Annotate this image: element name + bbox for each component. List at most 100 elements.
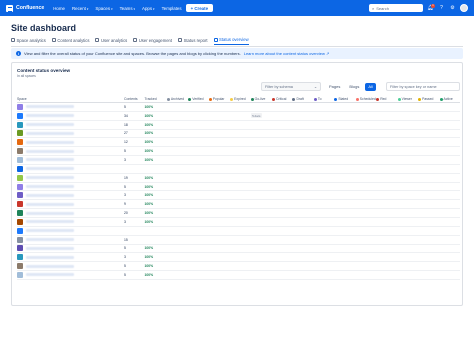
confluence-logo[interactable]: Confluence <box>6 4 45 12</box>
space-cell[interactable] <box>17 139 124 146</box>
space-name-redacted[interactable] <box>26 255 74 259</box>
segment-pages[interactable]: Pages <box>326 83 343 91</box>
space-name-redacted[interactable] <box>26 246 74 250</box>
space-name-redacted[interactable] <box>26 123 74 127</box>
table-row: 3 100% <box>17 218 460 227</box>
avatar[interactable] <box>460 4 468 12</box>
space-name-redacted[interactable] <box>26 229 74 233</box>
col-header-status[interactable]: Draft <box>292 97 313 101</box>
nav-item-templates[interactable]: Templates <box>162 6 182 11</box>
space-name-redacted[interactable] <box>26 176 74 180</box>
space-filter-input[interactable]: Filter by space key or name <box>386 82 460 91</box>
space-name-redacted[interactable] <box>26 202 74 206</box>
col-header-status[interactable]: Popular <box>208 97 230 101</box>
status-dot-icon <box>439 97 443 101</box>
tab-status-report[interactable]: Status report <box>178 37 208 45</box>
space-name-redacted[interactable] <box>26 264 74 268</box>
segment-blogs[interactable]: Blogs <box>346 83 362 91</box>
search-input[interactable]: ⌕ Search <box>369 4 423 12</box>
space-cell[interactable] <box>17 112 124 119</box>
status-dot-icon <box>334 97 338 101</box>
status-count-cell[interactable]: 5 docs <box>250 113 272 119</box>
space-name-redacted[interactable] <box>26 220 74 224</box>
space-name-redacted[interactable] <box>26 273 74 277</box>
info-banner: i View and filter the overall status of … <box>11 48 463 59</box>
space-cell[interactable] <box>17 236 124 243</box>
tab-user-analytics[interactable]: User analytics <box>95 37 127 45</box>
space-avatar-icon <box>17 165 23 172</box>
space-cell[interactable] <box>17 165 124 172</box>
space-name-redacted[interactable] <box>26 158 74 162</box>
search-icon: ⌕ <box>372 5 375 11</box>
app-name: Confluence <box>16 5 45 11</box>
space-name-redacted[interactable] <box>26 167 74 171</box>
tab-user-engagement[interactable]: User engagement <box>133 37 172 45</box>
space-name-redacted[interactable] <box>26 140 74 144</box>
nav-item-recent[interactable]: Recent▾ <box>72 6 88 11</box>
settings-icon[interactable]: ⚙ <box>449 5 456 12</box>
space-cell[interactable] <box>17 227 124 234</box>
bell-icon[interactable]: 🔔︎ 1 <box>427 3 435 12</box>
tab-space-analytics[interactable]: Space analytics <box>11 37 46 45</box>
space-cell[interactable] <box>17 210 124 217</box>
col-header-status[interactable]: Verified <box>188 97 208 101</box>
space-cell[interactable] <box>17 201 124 208</box>
col-header-status[interactable]: Red <box>376 97 397 101</box>
col-header-status[interactable]: Critical <box>272 97 292 101</box>
segment-all[interactable]: All <box>365 82 376 91</box>
col-header-status[interactable]: Expired <box>230 97 250 101</box>
space-cell[interactable] <box>17 245 124 252</box>
nav-item-teams[interactable]: Teams▾ <box>120 6 135 11</box>
space-name-redacted[interactable] <box>26 149 74 153</box>
status-label: Critical <box>276 97 287 101</box>
space-cell[interactable] <box>17 192 124 199</box>
col-header-status[interactable]: Stated <box>334 97 355 101</box>
tab-label: User engagement <box>138 37 173 43</box>
col-header-status[interactable]: Passed <box>418 97 439 101</box>
col-header-space[interactable]: Space <box>17 97 124 101</box>
learn-more-link[interactable]: Learn more about the content status over… <box>244 51 330 56</box>
col-header-status[interactable]: Scheduled <box>355 97 376 101</box>
space-avatar-icon <box>17 210 23 217</box>
col-header-status[interactable]: Active <box>439 97 460 101</box>
help-icon[interactable]: ? <box>438 5 445 12</box>
status-count-lozenge[interactable]: 5 docs <box>250 113 263 119</box>
tab-content-analytics[interactable]: Content analytics <box>51 37 89 45</box>
space-cell[interactable] <box>17 174 124 181</box>
space-cell[interactable] <box>17 271 124 278</box>
create-button[interactable]: + Create <box>185 4 214 12</box>
space-cell[interactable] <box>17 156 124 163</box>
col-header-status[interactable]: Archived <box>166 97 188 101</box>
nav-item-home[interactable]: Home <box>53 6 65 11</box>
table-row: 15 <box>17 236 460 245</box>
col-header-status[interactable]: To <box>313 97 334 101</box>
schema-filter-select[interactable]: Filter by schema ⌄ <box>261 82 321 91</box>
space-cell[interactable] <box>17 130 124 137</box>
col-header-contents[interactable]: Contents <box>124 97 144 101</box>
tracked-percent: 100% <box>144 219 154 224</box>
nav-item-spaces[interactable]: Spaces▾ <box>95 6 112 11</box>
col-header-tracked[interactable]: Tracked <box>145 97 167 101</box>
space-cell[interactable] <box>17 121 124 128</box>
space-cell[interactable] <box>17 218 124 225</box>
space-cell[interactable] <box>17 254 124 261</box>
col-header-status[interactable]: Go-live <box>250 97 272 101</box>
space-cell[interactable] <box>17 103 124 110</box>
space-name-redacted[interactable] <box>26 238 74 242</box>
status-dot-icon <box>313 97 317 101</box>
tracked-percent: 100% <box>144 202 154 207</box>
table-row: 9 100% <box>17 200 460 210</box>
space-cell[interactable] <box>17 183 124 190</box>
space-name-redacted[interactable] <box>26 105 74 109</box>
space-name-redacted[interactable] <box>26 185 74 189</box>
col-header-status[interactable]: Viewer <box>397 97 418 101</box>
tab-status-overview[interactable]: Status overview <box>213 37 249 45</box>
space-name-redacted[interactable] <box>26 131 74 135</box>
space-cell[interactable] <box>17 148 124 155</box>
contents-count: 5 <box>124 184 126 189</box>
space-name-redacted[interactable] <box>26 193 74 197</box>
space-name-redacted[interactable] <box>26 211 74 215</box>
space-name-redacted[interactable] <box>26 114 74 118</box>
nav-item-apps[interactable]: Apps▾ <box>142 6 155 11</box>
space-cell[interactable] <box>17 263 124 270</box>
